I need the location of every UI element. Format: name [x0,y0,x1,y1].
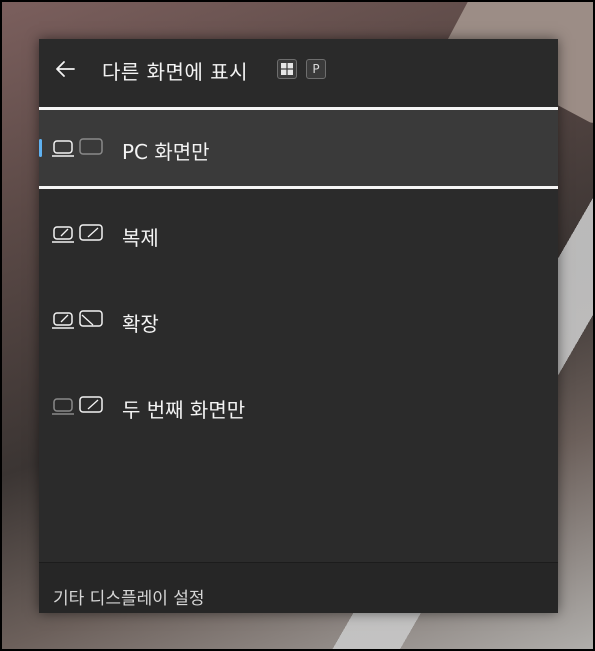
windows-logo-icon [281,63,293,75]
more-display-settings-link[interactable]: 기타 디스플레이 설정 [53,584,205,609]
option-label: 두 번째 화면만 [122,398,246,422]
windows-key-hint [277,59,297,79]
option-extend[interactable]: 확장 [39,272,558,358]
projection-options: PC 화면만 복제 확장 두 번째 화면만 [39,110,558,444]
back-button[interactable] [49,53,81,85]
option-label: PC 화면만 [122,140,210,164]
option-duplicate[interactable]: 복제 [39,186,558,272]
panel-title: 다른 화면에 표시 [102,60,249,84]
p-key-hint: P [306,59,326,79]
project-panel: 다른 화면에 표시 P PC 화면만 복제 확장 두 번째 화면만 기타 디스플… [39,39,558,613]
extend-icon [52,310,103,329]
option-pc-screen-only[interactable]: PC 화면만 [39,110,558,186]
panel-header: 다른 화면에 표시 P [39,39,558,107]
option-label: 복제 [122,226,159,250]
panel-footer: 기타 디스플레이 설정 [39,562,558,613]
arrow-left-icon [56,61,75,77]
option-second-screen-only[interactable]: 두 번째 화면만 [39,358,558,444]
pc-screen-only-icon [52,138,103,157]
screenshot-frame: 다른 화면에 표시 P PC 화면만 복제 확장 두 번째 화면만 기타 디스플… [0,0,595,651]
second-screen-only-icon [52,396,103,415]
duplicate-icon [52,224,103,243]
option-label: 확장 [122,312,159,336]
selection-focus-outline [39,186,558,189]
